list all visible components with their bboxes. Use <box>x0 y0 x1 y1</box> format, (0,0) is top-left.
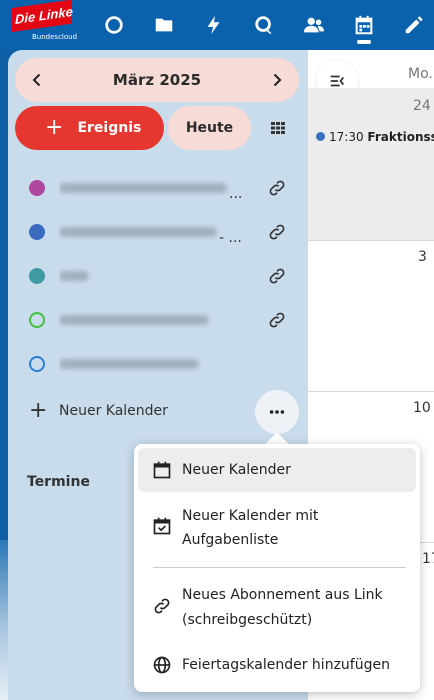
more-dots-icon <box>269 410 285 414</box>
event-color-dot <box>316 132 325 141</box>
week-divider <box>308 240 434 241</box>
new-event-button[interactable]: + Ereignis <box>15 106 164 150</box>
menu-item-holiday-calendar[interactable]: Feiertagskalender hinzufügen <box>138 644 416 688</box>
share-link-icon[interactable] <box>267 310 287 330</box>
calendar-color-dot[interactable] <box>29 268 45 284</box>
activity-icon[interactable] <box>199 10 229 40</box>
calendar-color-dot[interactable] <box>29 356 45 372</box>
calendar-name-redacted <box>59 354 241 374</box>
calendar-item[interactable] <box>15 344 299 384</box>
top-bar: Die Linke Bundescloud <box>0 0 434 50</box>
calendar-color-dot[interactable] <box>29 312 45 328</box>
files-icon[interactable] <box>149 10 179 40</box>
share-link-icon[interactable] <box>267 178 287 198</box>
calendar-icon[interactable] <box>349 10 379 40</box>
menu-item-label-line2: Aufgabenliste <box>182 532 279 548</box>
circle-app-icon[interactable] <box>99 10 129 40</box>
share-link-icon[interactable] <box>267 266 287 286</box>
new-calendar-label: Neuer Kalender <box>59 403 168 419</box>
appointments-heading: Termine <box>27 474 90 490</box>
menu-item-label-line2: (schreibgeschützt) <box>182 612 313 628</box>
calendar-icon <box>153 461 171 479</box>
calendar-item[interactable]: - ... <box>15 212 299 252</box>
calendar-ellipsis: - ... <box>219 230 241 242</box>
new-event-label: Ereignis <box>77 120 142 136</box>
chevron-left-icon[interactable] <box>17 58 57 102</box>
calendar-color-dot[interactable] <box>29 224 45 240</box>
brand-logo[interactable]: Die Linke Bundescloud <box>12 0 78 44</box>
calendar-item[interactable] <box>15 300 299 340</box>
week-divider <box>308 391 434 392</box>
calendar-check-icon <box>153 517 171 535</box>
share-link-icon[interactable] <box>267 222 287 242</box>
today-label: Heute <box>185 120 234 136</box>
menu-item-label-line1: Neues Abonnement aus Link <box>182 587 383 603</box>
logo-subtitle: Bundescloud <box>32 33 78 41</box>
menu-item-new-calendar-with-tasks[interactable]: Neuer Kalender mit Aufgabenliste <box>138 498 416 562</box>
new-calendar-menu: Neuer Kalender Neuer Kalender mit Aufgab… <box>134 444 420 692</box>
day-number[interactable]: 10 <box>413 400 431 416</box>
calendar-item[interactable] <box>15 256 299 296</box>
notes-icon[interactable] <box>399 10 429 40</box>
day-number[interactable]: 3 <box>418 249 427 265</box>
contacts-icon[interactable] <box>299 10 329 40</box>
menu-item-label: Neuer Kalender <box>182 462 291 478</box>
link-icon <box>154 598 170 614</box>
calendar-name-redacted: ... <box>59 178 241 198</box>
chevron-right-icon[interactable] <box>257 58 297 102</box>
plus-icon: + <box>45 115 64 140</box>
view-grid-icon[interactable] <box>262 112 294 144</box>
globe-icon <box>153 656 171 674</box>
calendar-ellipsis: ... <box>229 186 241 198</box>
talk-icon[interactable] <box>249 10 279 40</box>
plus-icon: + <box>29 398 48 423</box>
calendar-name-redacted <box>59 266 241 286</box>
active-nav-indicator <box>357 40 371 44</box>
day-number[interactable]: 24 <box>413 98 431 114</box>
month-label[interactable]: März 2025 <box>113 71 201 89</box>
day-number[interactable]: 17 <box>422 551 434 567</box>
calendar-name-redacted <box>59 310 241 330</box>
today-button[interactable]: Heute <box>168 106 251 150</box>
menu-item-new-calendar[interactable]: Neuer Kalender <box>138 448 416 492</box>
event-time: 17:30 <box>329 130 364 144</box>
menu-divider <box>153 567 406 568</box>
calendar-name-redacted: - ... <box>59 222 241 242</box>
calendar-event[interactable]: 17:30 Fraktionss <box>316 130 434 148</box>
event-title: Fraktionss <box>367 130 434 144</box>
menu-item-label: Feiertagskalender hinzufügen <box>182 657 390 673</box>
calendar-color-dot[interactable] <box>29 180 45 196</box>
calendar-item[interactable]: ... <box>15 168 299 208</box>
day-header: Mo. <box>408 66 433 82</box>
menu-item-subscribe-link[interactable]: Neues Abonnement aus Link (schreibgeschü… <box>138 576 416 640</box>
menu-item-label-line1: Neuer Kalender mit <box>182 508 319 524</box>
month-navigator: März 2025 <box>15 58 299 102</box>
more-actions-button[interactable] <box>255 390 299 434</box>
